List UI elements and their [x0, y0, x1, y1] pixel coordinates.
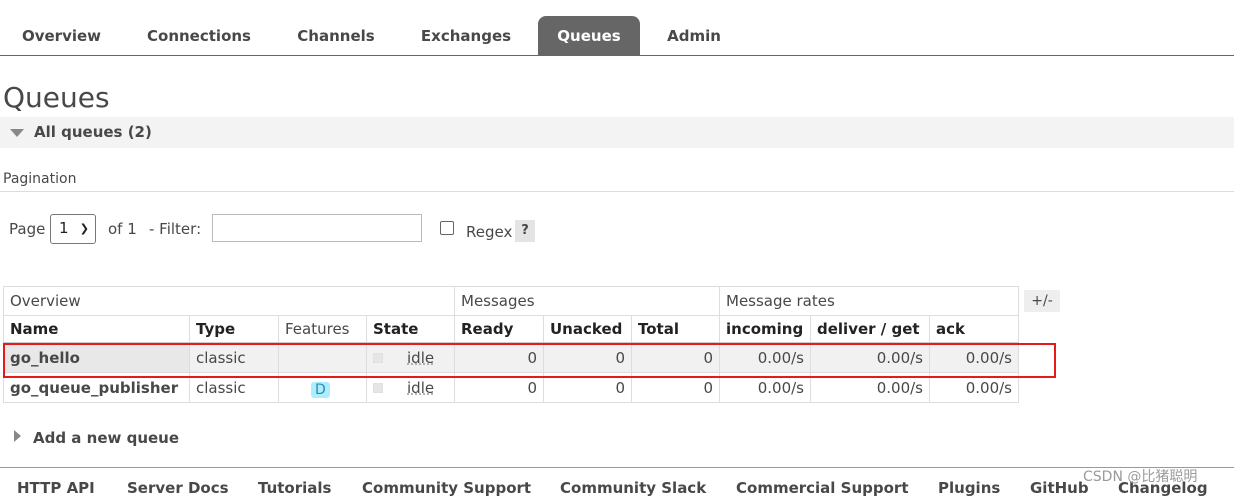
filter-label: - Filter: — [149, 220, 202, 238]
tab-overview[interactable]: Overview — [5, 16, 118, 56]
regex-checkbox[interactable] — [440, 221, 454, 235]
group-header-message-rates: Message rates — [719, 286, 1019, 316]
watermark: CSDN @比猪聪明 — [1083, 469, 1198, 485]
column-header-total[interactable]: Total — [631, 315, 720, 343]
state-text: idle — [407, 379, 435, 397]
page-count-label: of 1 — [108, 220, 137, 238]
tab-channels[interactable]: Channels — [286, 16, 386, 56]
top-navigation: Overview Connections Channels Exchanges … — [0, 0, 1234, 56]
footer-link-commercial-support[interactable]: Commercial Support — [736, 479, 909, 497]
column-header-incoming[interactable]: incoming — [719, 315, 811, 343]
column-header-name[interactable]: Name — [3, 315, 190, 343]
column-header-ack[interactable]: ack — [929, 315, 1019, 343]
group-header-overview: Overview — [3, 286, 455, 316]
footer-link-http-api[interactable]: HTTP API — [17, 479, 95, 497]
footer-divider — [0, 467, 1234, 468]
footer-link-server-docs[interactable]: Server Docs — [127, 479, 229, 497]
pagination-label: Pagination — [3, 171, 77, 187]
add-queue-toggle[interactable]: Add a new queue — [14, 429, 179, 447]
filter-input[interactable] — [212, 214, 422, 242]
tab-admin[interactable]: Admin — [656, 16, 732, 56]
regex-help-button[interactable]: ? — [515, 220, 535, 242]
tab-queues[interactable]: Queues — [538, 16, 640, 56]
column-header-deliver-get[interactable]: deliver / get — [810, 315, 930, 343]
group-header-messages: Messages — [454, 286, 720, 316]
footer-link-community-slack[interactable]: Community Slack — [560, 479, 706, 497]
column-header-state[interactable]: State — [366, 315, 455, 343]
column-header-ready[interactable]: Ready — [454, 315, 544, 343]
add-queue-label: Add a new queue — [33, 429, 180, 447]
section-label: All queues (2) — [34, 123, 152, 141]
page-label: Page — [9, 220, 46, 238]
column-toggle-button[interactable]: +/- — [1024, 290, 1060, 312]
page-title: Queues — [3, 81, 110, 114]
durable-badge: D — [311, 381, 330, 398]
footer-link-plugins[interactable]: Plugins — [938, 479, 1000, 497]
tab-exchanges[interactable]: Exchanges — [410, 16, 522, 56]
footer-link-github[interactable]: GitHub — [1030, 479, 1089, 497]
collapse-triangle-icon — [10, 129, 24, 137]
column-header-unacked[interactable]: Unacked — [543, 315, 632, 343]
footer-link-tutorials[interactable]: Tutorials — [258, 479, 331, 497]
highlight-annotation — [3, 343, 1056, 378]
column-header-type[interactable]: Type — [189, 315, 279, 343]
pagination-divider — [0, 191, 1234, 192]
page-select[interactable]: 1 ❯ — [50, 214, 96, 244]
tab-connections[interactable]: Connections — [134, 16, 264, 56]
column-header-features: Features — [278, 315, 367, 343]
footer-link-community-support[interactable]: Community Support — [362, 479, 531, 497]
chevron-down-icon: ❯ — [79, 222, 89, 235]
regex-label: Regex — [466, 223, 513, 241]
state-indicator-icon — [373, 383, 383, 393]
page-select-value: 1 — [59, 219, 69, 237]
all-queues-section-toggle[interactable]: All queues (2) — [0, 117, 1234, 148]
expand-triangle-icon — [14, 430, 21, 442]
